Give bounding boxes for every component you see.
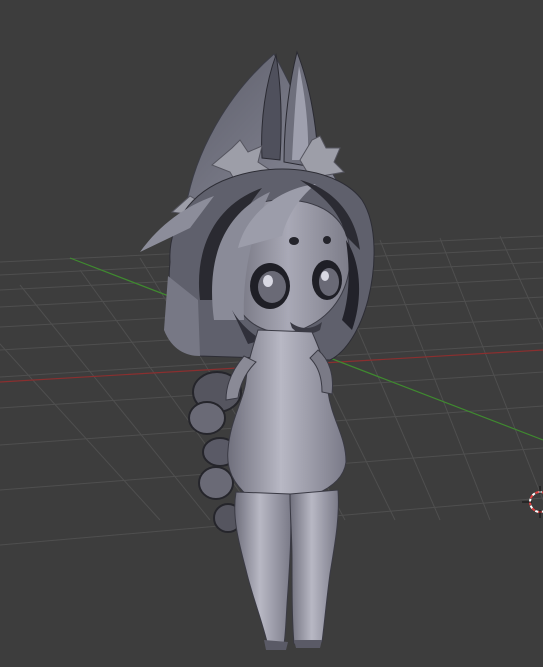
- 3d-cursor-icon[interactable]: [522, 486, 543, 518]
- 3d-viewport[interactable]: [0, 0, 543, 667]
- character-model[interactable]: [140, 50, 375, 650]
- viewport-scene[interactable]: [0, 0, 543, 667]
- right-leg: [289, 489, 339, 645]
- left-leg: [234, 491, 292, 647]
